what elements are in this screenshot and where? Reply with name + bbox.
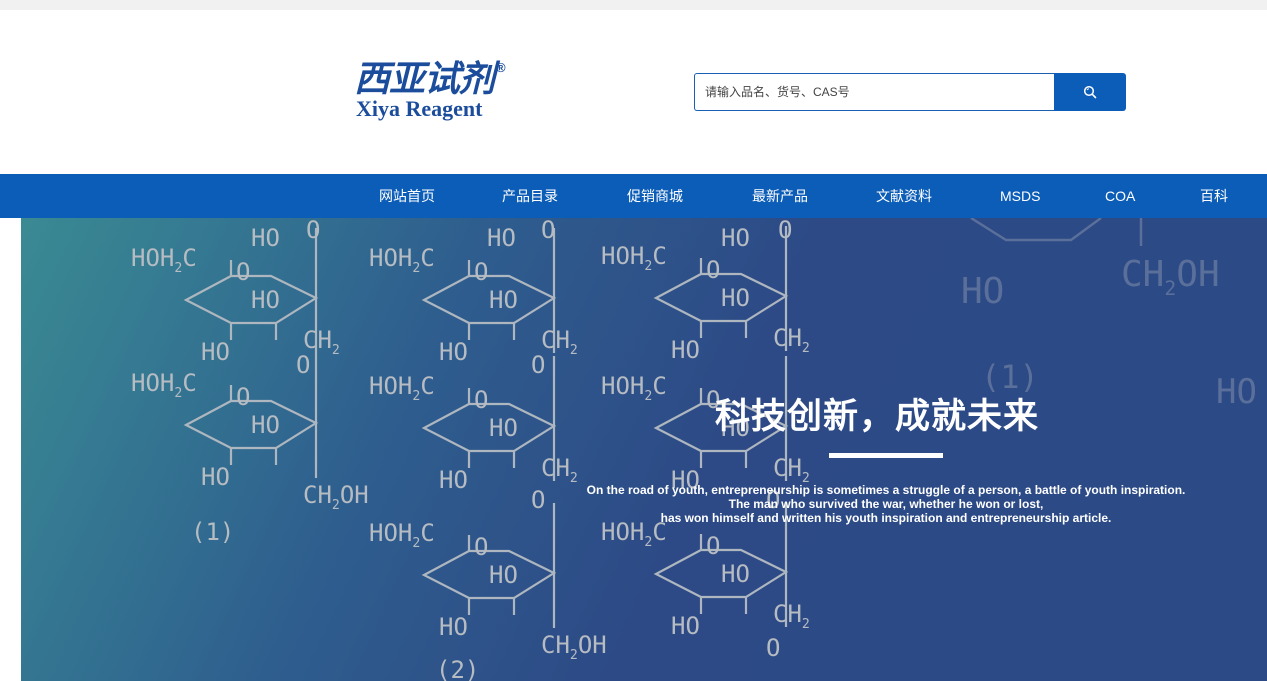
svg-text:CH2: CH2 bbox=[773, 324, 810, 356]
svg-text:O: O bbox=[706, 256, 720, 284]
svg-text:HO: HO bbox=[489, 414, 518, 442]
svg-text:HOH2C: HOH2C bbox=[131, 244, 197, 276]
svg-text:HO: HO bbox=[489, 561, 518, 589]
nav-item-coa[interactable]: COA bbox=[1105, 174, 1135, 218]
svg-text:O: O bbox=[306, 218, 320, 244]
svg-text:(1): (1) bbox=[191, 518, 234, 546]
nav-item-literature[interactable]: 文献资料 bbox=[876, 174, 932, 218]
svg-text:CH2OH: CH2OH bbox=[1121, 254, 1220, 300]
svg-text:HO: HO bbox=[671, 336, 700, 364]
svg-text:CH2: CH2 bbox=[541, 326, 578, 358]
search-input[interactable] bbox=[694, 73, 1054, 111]
svg-text:CH2OH: CH2OH bbox=[303, 481, 369, 513]
svg-text:HOH2C: HOH2C bbox=[369, 244, 435, 276]
logo-english-name: Xiya Reagent bbox=[356, 96, 483, 121]
logo-chinese-name: 西亚试剂 bbox=[354, 58, 495, 100]
svg-text:HO: HO bbox=[721, 560, 750, 588]
quote-line: has won himself and written his youth in… bbox=[660, 511, 1112, 525]
nav-item-encyclopedia[interactable]: 百科 bbox=[1200, 174, 1228, 218]
svg-text:O: O bbox=[706, 532, 720, 560]
nav-item-products[interactable]: 产品目录 bbox=[502, 174, 558, 218]
svg-text:(2): (2) bbox=[436, 656, 479, 681]
nav-item-new-products[interactable]: 最新产品 bbox=[752, 174, 808, 218]
registered-mark: ® bbox=[496, 60, 506, 75]
svg-text:HO: HO bbox=[251, 224, 280, 252]
nav-item-promotions[interactable]: 促销商城 bbox=[627, 174, 683, 218]
svg-text:CH2: CH2 bbox=[773, 454, 810, 486]
svg-text:HO: HO bbox=[251, 411, 280, 439]
quote-line: The man who survived the war, whether he… bbox=[728, 497, 1044, 511]
svg-text:O: O bbox=[236, 383, 250, 411]
hero-banner[interactable]: HOH2C O HO HO CH2 HO O O HOH2C O HO HO CH2OH (1) HOH2C… bbox=[21, 218, 1267, 681]
svg-text:HOH2C: HOH2C bbox=[131, 369, 197, 401]
svg-text:O: O bbox=[531, 486, 545, 514]
nav-item-msds[interactable]: MSDS bbox=[1000, 174, 1040, 218]
svg-text:O: O bbox=[474, 533, 488, 561]
svg-text:HO: HO bbox=[961, 271, 1004, 312]
svg-text:HOH2C: HOH2C bbox=[601, 242, 667, 274]
svg-text:HO: HO bbox=[721, 284, 750, 312]
top-strip bbox=[0, 0, 1267, 10]
svg-text:CH2: CH2 bbox=[541, 454, 578, 486]
svg-text:HO: HO bbox=[1216, 372, 1257, 412]
svg-text:HO: HO bbox=[201, 463, 230, 491]
quote-line: On the road of youth, entrepreneurship i… bbox=[586, 483, 1186, 497]
main-nav: 网站首页 产品目录 促销商城 最新产品 文献资料 MSDS COA 百科 bbox=[0, 174, 1267, 218]
svg-text:HO: HO bbox=[439, 338, 468, 366]
site-logo[interactable]: 西亚试剂 ® Xiya Reagent bbox=[354, 60, 514, 122]
svg-text:HOH2C: HOH2C bbox=[601, 372, 667, 404]
svg-text:HO: HO bbox=[487, 224, 516, 252]
search-icon bbox=[1083, 85, 1097, 99]
svg-text:HOH2C: HOH2C bbox=[369, 519, 435, 551]
svg-text:HO: HO bbox=[251, 286, 280, 314]
svg-text:HO: HO bbox=[439, 613, 468, 641]
svg-text:HO: HO bbox=[671, 612, 700, 640]
svg-text:O: O bbox=[236, 258, 250, 286]
svg-text:O: O bbox=[541, 218, 555, 244]
svg-text:HOH2C: HOH2C bbox=[369, 372, 435, 404]
svg-text:HO: HO bbox=[201, 338, 230, 366]
svg-text:HO: HO bbox=[439, 466, 468, 494]
svg-text:O: O bbox=[778, 218, 792, 244]
chemical-structure-background: HOH2C OHOHO CH2HO OOHOH2C OHOHOCH2OH(1)HOH2C… bbox=[131, 218, 1257, 681]
svg-text:O: O bbox=[474, 258, 488, 286]
svg-text:CH2: CH2 bbox=[773, 600, 810, 632]
search-button[interactable] bbox=[1054, 73, 1126, 111]
svg-text:O: O bbox=[474, 386, 488, 414]
nav-item-home[interactable]: 网站首页 bbox=[379, 174, 435, 218]
svg-text:HO: HO bbox=[489, 286, 518, 314]
banner-slogan: 科技创新，成就未来 bbox=[715, 397, 1040, 437]
svg-text:O: O bbox=[766, 634, 780, 662]
svg-text:O: O bbox=[296, 351, 310, 379]
svg-text:O: O bbox=[531, 351, 545, 379]
search-bar bbox=[694, 73, 1126, 111]
slogan-underline bbox=[829, 453, 943, 458]
banner-quote: On the road of youth, entrepreneurship i… bbox=[561, 483, 1211, 525]
svg-text:HO: HO bbox=[721, 224, 750, 252]
svg-text:CH2OH: CH2OH bbox=[541, 631, 607, 663]
